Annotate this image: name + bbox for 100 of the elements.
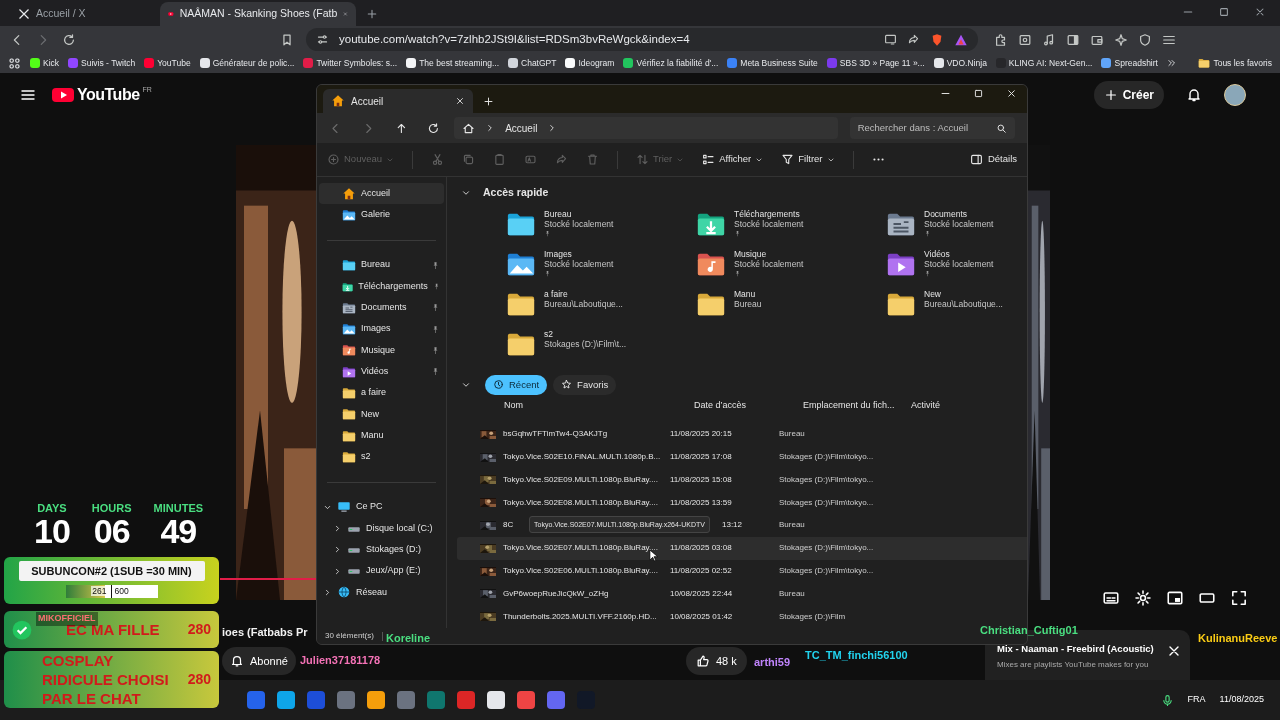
- sparkle-icon[interactable]: [1114, 32, 1128, 47]
- column-header[interactable]: Emplacement du fich...: [803, 399, 911, 413]
- app-icon[interactable]: [457, 691, 475, 709]
- sidebar-icon[interactable]: [1066, 32, 1080, 47]
- bookmark-link[interactable]: Suivis - Twitch: [68, 56, 136, 70]
- refresh-icon[interactable]: [427, 121, 441, 135]
- bookmark-icon[interactable]: [280, 32, 294, 47]
- sidebar-item[interactable]: a faire: [319, 382, 444, 404]
- sidebar-item[interactable]: Images: [319, 318, 444, 340]
- sidebar-item[interactable]: Réseau: [319, 581, 444, 604]
- address-bar[interactable]: Accueil: [454, 117, 838, 139]
- subscribe-button[interactable]: Abonné: [222, 647, 296, 675]
- bookmark-link[interactable]: Kick: [30, 56, 60, 70]
- like-button[interactable]: 48 k: [686, 647, 747, 675]
- bookmark-link[interactable]: Ideogram: [565, 56, 615, 70]
- app-icon[interactable]: [337, 691, 355, 709]
- quick-access-item[interactable]: Musique Stocké localement: [696, 248, 886, 289]
- chevron-icon[interactable]: [333, 566, 342, 576]
- app-icon[interactable]: [397, 691, 415, 709]
- explorer-tab[interactable]: Accueil: [323, 89, 473, 113]
- app-icon[interactable]: [367, 691, 385, 709]
- column-header[interactable]: Activité: [911, 399, 991, 413]
- site-settings-icon[interactable]: [316, 33, 329, 46]
- bookmark-link[interactable]: The best streaming...: [406, 56, 499, 70]
- bookmark-link[interactable]: Spreadshirt: [1101, 56, 1158, 70]
- toolbar-button[interactable]: Filtrer: [781, 152, 835, 167]
- quick-access-item[interactable]: Documents Stocké localement: [886, 208, 1027, 249]
- more-bookmarks-icon[interactable]: [1166, 58, 1177, 68]
- close-icon[interactable]: [455, 96, 465, 106]
- close-icon[interactable]: [1006, 88, 1017, 99]
- sidebar-item[interactable]: Bureau: [319, 254, 444, 276]
- quick-access-item[interactable]: Bureau Stocké localement: [506, 208, 696, 249]
- search-field[interactable]: Rechercher dans : Accueil: [849, 117, 1016, 139]
- bookmark-link[interactable]: VDO.Ninja: [933, 56, 987, 70]
- quick-access-item[interactable]: Images Stocké localement: [506, 248, 696, 289]
- browser-tab[interactable]: Accueil / X: [10, 2, 160, 26]
- app-icon[interactable]: [247, 691, 265, 709]
- bookmark-link[interactable]: Tous les favoris: [1198, 56, 1272, 70]
- cast-icon[interactable]: [884, 33, 897, 46]
- notifications-icon[interactable]: [1186, 87, 1202, 103]
- sidebar-item[interactable]: s2: [319, 446, 444, 468]
- bookmark-link[interactable]: KLING AI: Next-Gen...: [995, 56, 1093, 70]
- quick-access-item[interactable]: Téléchargements Stocké localement: [696, 208, 886, 249]
- quick-access-item[interactable]: New Bureau\Laboutique...: [886, 288, 1027, 329]
- settings-icon[interactable]: [1134, 589, 1152, 607]
- file-row[interactable]: Tokyo.Vice.S02E07.MULTi.1080p.BluRay.... 11/08/2025 03:08 Stokages (D:)\Film\tokyo...: [457, 536, 1027, 560]
- toolbar-button[interactable]: Afficher: [702, 152, 764, 167]
- bookmark-link[interactable]: SBS 3D » Page 11 »...: [826, 56, 925, 70]
- column-header[interactable]: Nom: [504, 399, 694, 413]
- fullscreen-icon[interactable]: [1230, 589, 1248, 607]
- microphone-icon[interactable]: [1160, 693, 1174, 707]
- create-button[interactable]: Créer: [1093, 81, 1164, 109]
- sidebar-item[interactable]: Téléchargements: [319, 275, 444, 298]
- sidebar-item[interactable]: Musique: [319, 339, 444, 362]
- app-icon[interactable]: [517, 691, 535, 709]
- share-icon[interactable]: [907, 33, 920, 46]
- bookmark-link[interactable]: Twitter Symboles: s...: [303, 56, 398, 70]
- app-icon[interactable]: [427, 691, 445, 709]
- bookmark-link[interactable]: Vérifiez la fiabilité d'...: [623, 56, 719, 70]
- sidebar-item[interactable]: Accueil: [319, 183, 444, 205]
- sidebar-item[interactable]: Ce PC: [319, 496, 444, 518]
- restore-icon[interactable]: [1218, 6, 1230, 18]
- sidebar-item[interactable]: Galerie: [319, 204, 444, 226]
- details-button[interactable]: Détails: [969, 152, 1017, 167]
- app-icon[interactable]: [277, 691, 295, 709]
- bookmark-link[interactable]: Générateur de polic...: [199, 56, 295, 70]
- column-header[interactable]: Date d’accès: [694, 399, 803, 413]
- breadcrumb-item[interactable]: Accueil: [505, 120, 538, 136]
- browser-tab[interactable]: NAÂMAN - Skanking Shoes (Fatb: [160, 2, 356, 26]
- address-bar[interactable]: youtube.com/watch?v=7zlhb2JSt9I&list=RDSm3bvReWgck&index=4: [306, 28, 978, 51]
- bookmark-link[interactable]: ChatGPT: [508, 56, 557, 70]
- app-icon[interactable]: [487, 691, 505, 709]
- bookmark-link[interactable]: YouTube: [144, 56, 191, 70]
- maximize-icon[interactable]: [973, 88, 984, 99]
- sidebar-item[interactable]: Manu: [319, 424, 444, 447]
- sidebar-item[interactable]: New: [319, 403, 444, 425]
- chevron-icon[interactable]: [323, 587, 332, 597]
- bookmark-link[interactable]: Meta Business Suite: [727, 56, 818, 70]
- sidebar-item[interactable]: Stokages (D:): [319, 539, 444, 561]
- filter-tab[interactable]: Favoris: [553, 374, 617, 395]
- apps-icon[interactable]: [8, 56, 21, 70]
- quick-access-item[interactable]: s2 Stokages (D:)\Film\t...: [506, 328, 696, 369]
- sidebar-item[interactable]: Disque local (C:): [319, 517, 444, 540]
- taskbar-date[interactable]: 11/08/2025: [1219, 693, 1264, 707]
- app-icon[interactable]: [547, 691, 565, 709]
- chevron-icon[interactable]: [333, 545, 342, 555]
- avatar[interactable]: [1224, 84, 1246, 106]
- miniplayer-icon[interactable]: [1166, 589, 1184, 607]
- filter-tab[interactable]: Récent: [485, 374, 548, 395]
- sidebar-item[interactable]: Jeux/App (E:): [319, 560, 444, 582]
- quick-access-item[interactable]: a faire Bureau\Laboutique...: [506, 288, 696, 329]
- sidebar-item[interactable]: Documents: [319, 297, 444, 319]
- lion-shield-icon[interactable]: [930, 32, 944, 47]
- subtitles-icon[interactable]: [1102, 589, 1120, 607]
- reload-icon[interactable]: [62, 32, 76, 47]
- screenshot-icon[interactable]: [1018, 32, 1032, 47]
- quick-access-item[interactable]: Manu Bureau: [696, 288, 886, 329]
- quick-access-item[interactable]: Vidéos Stocké localement: [886, 248, 1027, 289]
- menu-icon[interactable]: [20, 87, 36, 103]
- music-note-icon[interactable]: [1042, 32, 1056, 47]
